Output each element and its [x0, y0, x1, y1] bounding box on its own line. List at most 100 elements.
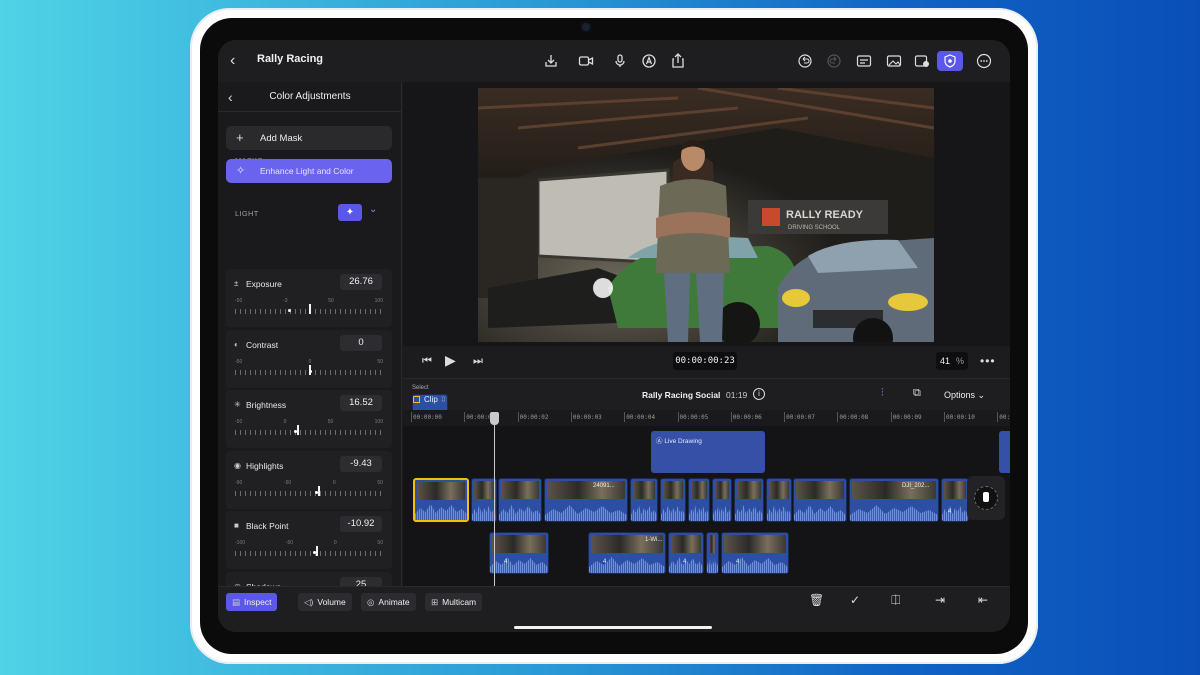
- adjustment-value-field[interactable]: 26.76: [340, 274, 382, 290]
- captions-icon[interactable]: [854, 52, 874, 70]
- trim-start-icon[interactable]: ⇥: [935, 593, 945, 607]
- zoom-unit: %: [956, 356, 965, 366]
- ruler-tick-label: 00:00:09: [890, 412, 922, 422]
- skip-forward-icon[interactable]: ⏭: [473, 355, 483, 368]
- connected-clip[interactable]: 4: [489, 532, 549, 574]
- add-mask-button[interactable]: + Add Mask: [226, 126, 392, 150]
- audio-skim-icon[interactable]: ⧉: [913, 387, 921, 400]
- magic-wand-icon: ✧: [236, 165, 246, 177]
- draw-icon[interactable]: [639, 52, 659, 70]
- adjustment-value-field[interactable]: -9.43: [340, 455, 382, 472]
- connected-clip[interactable]: 1-Wi... 4: [588, 532, 666, 574]
- scale-label: -50: [235, 358, 243, 365]
- adjustment-slider[interactable]: [235, 548, 383, 556]
- auto-light-wand-button[interactable]: ✦: [338, 204, 362, 221]
- scale-label: -3: [283, 298, 288, 304]
- home-indicator[interactable]: [514, 626, 712, 629]
- connected-clip[interactable]: 4: [721, 532, 789, 574]
- primary-clip[interactable]: [793, 478, 847, 522]
- title-clip-partial[interactable]: [999, 431, 1010, 473]
- play-icon[interactable]: ▶: [445, 352, 456, 369]
- redo-icon[interactable]: [824, 52, 844, 70]
- zoom-level[interactable]: 41%: [936, 352, 968, 370]
- ruler-tick-label: 00:00:02: [517, 412, 549, 422]
- clip-badge: 4: [504, 559, 508, 565]
- primary-clip[interactable]: [498, 478, 542, 522]
- adjustment-slider[interactable]: [235, 487, 383, 496]
- scale-label: -50: [235, 298, 243, 304]
- connected-clip[interactable]: [706, 532, 719, 574]
- primary-clip[interactable]: [766, 478, 792, 522]
- viewer-more-icon[interactable]: •••: [980, 354, 996, 368]
- slider-position-marker[interactable]: [297, 425, 300, 435]
- title-clip-live-drawing[interactable]: Ⓐ Live Drawing: [651, 431, 765, 473]
- adjustment-slider[interactable]: [235, 427, 383, 435]
- clip-badge: 4: [948, 509, 952, 515]
- trim-end-icon[interactable]: ⇤: [978, 593, 988, 607]
- camera-icon[interactable]: [576, 52, 596, 70]
- snapping-icon[interactable]: ⫶: [881, 387, 884, 400]
- scale-label: -100: [235, 540, 246, 546]
- primary-clip[interactable]: [688, 478, 710, 522]
- options-label: Options: [944, 390, 976, 400]
- adjustment-value-field[interactable]: 25: [340, 576, 382, 586]
- undo-icon[interactable]: [795, 52, 815, 70]
- info-icon[interactable]: i: [753, 388, 765, 400]
- primary-clip[interactable]: [630, 478, 658, 522]
- options-dropdown[interactable]: Options ⌄: [944, 390, 985, 401]
- slider-position-marker[interactable]: [316, 546, 319, 556]
- adjustment-value-field[interactable]: 0: [340, 334, 382, 351]
- animate-button[interactable]: ◎ Animate: [361, 593, 416, 611]
- microphone-icon[interactable]: [610, 52, 630, 70]
- trash-icon[interactable]: 🗑: [809, 593, 824, 607]
- playhead[interactable]: [490, 412, 499, 586]
- primary-clip[interactable]: 24091...: [544, 478, 628, 522]
- add-mask-label: Add Mask: [260, 133, 303, 144]
- slider-position-marker[interactable]: [317, 485, 320, 496]
- slider-scale-labels: -90 -50 0 50: [235, 480, 383, 486]
- inspect-button[interactable]: ▤ Inspect: [226, 593, 278, 611]
- multicam-button[interactable]: ⊞ Multicam: [425, 593, 483, 611]
- volume-label: Volume: [317, 597, 346, 607]
- photo-icon[interactable]: [884, 52, 904, 70]
- select-mode-value: Clip: [424, 395, 438, 404]
- import-icon[interactable]: [541, 52, 561, 70]
- adjustment-value-field[interactable]: 16.52: [340, 395, 382, 411]
- brightness-icon: ✳: [234, 400, 241, 409]
- volume-button[interactable]: ◁) Volume: [298, 593, 352, 611]
- skip-back-icon[interactable]: ⏮: [422, 355, 432, 368]
- jog-wheel-dial[interactable]: [974, 486, 998, 510]
- primary-clip[interactable]: 4: [941, 478, 969, 522]
- effects-icon[interactable]: [912, 52, 932, 70]
- top-toolbar: ‹ Rally Racing: [218, 40, 1010, 82]
- scale-label: -90: [235, 479, 243, 486]
- adjustment-value-field[interactable]: -10.92: [340, 516, 382, 532]
- split-clip-icon[interactable]: ⎅: [891, 593, 901, 608]
- share-icon[interactable]: [668, 52, 688, 70]
- slider-position-marker[interactable]: [309, 304, 311, 314]
- enhance-light-color-button[interactable]: ✧ Enhance Light and Color: [226, 159, 392, 183]
- more-options-icon[interactable]: [974, 52, 994, 70]
- primary-clip[interactable]: [734, 478, 764, 522]
- inspector-color-icon[interactable]: [937, 51, 963, 71]
- adjustment-name: Exposure: [246, 279, 282, 289]
- jog-wheel[interactable]: [967, 476, 1005, 520]
- back-chevron-icon[interactable]: ‹: [230, 52, 246, 70]
- adjustment-name: Black Point: [246, 521, 289, 531]
- video-frame[interactable]: RALLY READY DRIVING SCHOOL: [478, 88, 934, 342]
- panel-title: Color Adjustments: [269, 91, 351, 102]
- slider-default-dot: [314, 490, 318, 494]
- primary-clip[interactable]: [660, 478, 686, 522]
- connected-clip[interactable]: 4: [668, 532, 704, 574]
- scale-label: 50: [377, 358, 383, 365]
- primary-clip[interactable]: DJI_202...: [849, 478, 939, 522]
- primary-clip[interactable]: [712, 478, 732, 522]
- ruler-tick-label: 00:00:10: [944, 412, 975, 422]
- checkmark-circle-icon[interactable]: ✓: [850, 593, 860, 607]
- adjustment-name: Brightness: [246, 400, 287, 410]
- clip-badge: 4: [603, 559, 607, 565]
- primary-clip-selected[interactable]: [413, 478, 469, 522]
- light-collapse-chevron-icon[interactable]: ⌄: [369, 204, 377, 215]
- ruler-tick-label: 00:00:05: [677, 412, 709, 422]
- clip-label: 1-Wi...: [645, 537, 663, 543]
